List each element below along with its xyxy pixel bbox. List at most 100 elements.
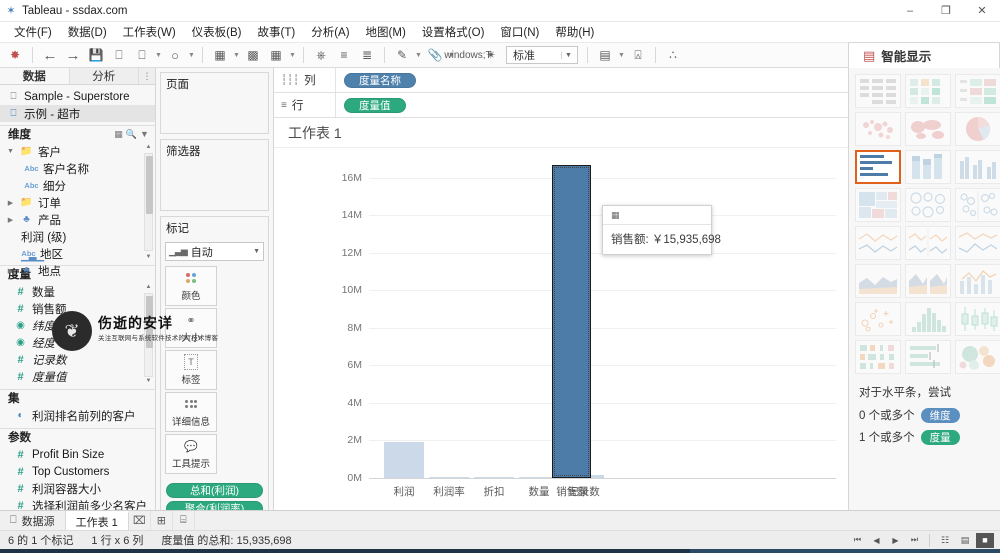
- marks-type-select[interactable]: ▁▃▅ 自动 ▼: [165, 242, 264, 261]
- group-members-icon[interactable]: ⎈: [310, 44, 332, 66]
- parameter-item-top-customers[interactable]: # Top Customers: [0, 463, 155, 480]
- share-icon[interactable]: ∴: [662, 44, 684, 66]
- marks-tooltip-button[interactable]: 💬 工具提示: [165, 434, 217, 474]
- nav-next-icon[interactable]: ▶: [887, 533, 904, 548]
- new-worksheet-button[interactable]: ⌧: [129, 511, 151, 530]
- bar-discount[interactable]: [474, 477, 514, 478]
- thumb-side-by-side-bars[interactable]: [955, 150, 1000, 184]
- thumb-treemap[interactable]: [855, 188, 901, 222]
- columns-drop-area[interactable]: 度量名称: [336, 72, 848, 88]
- measure-item-longitude[interactable]: ◉ 经度: [0, 334, 155, 351]
- thumb-lines-discrete[interactable]: [905, 226, 951, 260]
- thumb-bullet-graph[interactable]: [905, 340, 951, 374]
- save-icon[interactable]: 💾: [85, 44, 107, 66]
- chevron-collapsed-icon[interactable]: ▶: [6, 267, 15, 275]
- fix-axes-icon[interactable]: ✴: [480, 44, 502, 66]
- thumb-area-discrete[interactable]: [905, 264, 951, 298]
- menu-data[interactable]: 数据(D): [60, 22, 115, 42]
- menu-map[interactable]: 地图(M): [358, 22, 414, 42]
- dimensions-scrollbar[interactable]: [144, 153, 153, 251]
- redo-icon[interactable]: →: [62, 44, 84, 66]
- marks-label-button[interactable]: T 标签: [165, 350, 217, 390]
- menu-file[interactable]: 文件(F): [6, 22, 60, 42]
- search-icon[interactable]: 🔍: [125, 129, 138, 140]
- chevron-collapsed-icon[interactable]: ▶: [6, 199, 15, 207]
- pause-refresh-icon[interactable]: ⎕: [131, 44, 153, 66]
- tableau-home-icon[interactable]: ✸: [4, 44, 26, 66]
- thumb-histogram[interactable]: [905, 302, 951, 336]
- tab-data[interactable]: 数据: [0, 68, 70, 84]
- rows-drop-area[interactable]: 度量值: [336, 97, 848, 113]
- dimension-item-segment[interactable]: Abc 细分: [0, 177, 155, 194]
- pill-sum-profit[interactable]: 总和(利润): [166, 483, 263, 498]
- thumb-dual-lines[interactable]: [955, 226, 1000, 260]
- measure-item-record-count[interactable]: # 记录数: [0, 351, 155, 368]
- thumb-symbol-map[interactable]: [855, 112, 901, 146]
- swap-rows-columns-icon[interactable]: ▩: [242, 44, 264, 66]
- chart-viewport[interactable]: 值 16M 14M 12M 10M 8M 6M 4M: [274, 148, 848, 510]
- marks-color-button[interactable]: 颜色: [165, 266, 217, 306]
- datasource-button[interactable]: ⎕ 数据源: [0, 511, 66, 530]
- highlight-icon[interactable]: ✎: [391, 44, 413, 66]
- thumb-scatter-plot[interactable]: [855, 302, 901, 336]
- paperclip-icon[interactable]: 📎: [424, 44, 446, 66]
- maximize-button[interactable]: ❐: [928, 0, 964, 22]
- thumb-area-continuous[interactable]: [855, 264, 901, 298]
- datasource-shili-chaoshi[interactable]: ⎕ 示例 - 超市: [0, 105, 155, 122]
- chevron-down-icon[interactable]: ▼: [138, 129, 151, 139]
- set-item-top-profit-customers[interactable]: ◐ 利润排名前列的客户: [0, 407, 155, 424]
- measure-item-quantity[interactable]: # 数量: [0, 283, 155, 300]
- parameter-item-profit-bin-size-cn[interactable]: # 利润容器大小: [0, 480, 155, 497]
- show-labels-icon[interactable]: windows;T: [444, 44, 491, 66]
- group-by-folder-icon[interactable]: ▦: [112, 129, 125, 140]
- sort-descending-icon[interactable]: ≣: [356, 44, 378, 66]
- bar-profit-ratio[interactable]: [429, 477, 469, 478]
- menu-analysis[interactable]: 分析(A): [303, 22, 357, 42]
- clear-sheet-icon[interactable]: ▦: [209, 44, 231, 66]
- thumb-box-and-whisker[interactable]: [955, 302, 1000, 336]
- datasource-sample-superstore[interactable]: ⎕ Sample - Superstore: [0, 88, 155, 105]
- thumb-side-by-side-circles[interactable]: [955, 188, 1000, 222]
- scroll-down-icon[interactable]: ▼: [144, 376, 153, 386]
- thumb-horizontal-bars[interactable]: [855, 150, 901, 184]
- scroll-up-icon[interactable]: ▲: [144, 142, 153, 152]
- close-button[interactable]: ✕: [964, 0, 1000, 22]
- new-story-button[interactable]: ⌸: [173, 511, 195, 530]
- marks-detail-button[interactable]: 详细信息: [165, 392, 217, 432]
- minimize-button[interactable]: –: [892, 0, 928, 22]
- highlight-caret-icon[interactable]: ▼: [414, 44, 423, 66]
- menu-format[interactable]: 设置格式(O): [414, 22, 493, 42]
- sort-clear-caret-icon[interactable]: ▼: [288, 44, 297, 66]
- show-cards-icon[interactable]: ▤: [594, 44, 616, 66]
- clear-sheet-caret-icon[interactable]: ▼: [232, 44, 241, 66]
- undo-icon[interactable]: ←: [39, 44, 61, 66]
- measure-item-latitude[interactable]: ◉ 纬度: [0, 317, 155, 334]
- dimension-item-customer-name[interactable]: Abc 客户名称: [0, 160, 155, 177]
- thumb-pie-chart[interactable]: [955, 112, 1000, 146]
- menu-window[interactable]: 窗口(N): [492, 22, 547, 42]
- chevron-collapsed-icon[interactable]: ▶: [6, 216, 15, 224]
- sort-ascending-icon[interactable]: ≡: [333, 44, 355, 66]
- view-filmstrip-icon[interactable]: ▤: [956, 533, 974, 548]
- scroll-up-icon[interactable]: ▲: [144, 282, 153, 292]
- dimension-item-customer[interactable]: ▼ 📁 客户: [0, 143, 155, 160]
- marks-size-button[interactable]: ⚭ 大小: [165, 308, 217, 348]
- tab-analytics[interactable]: 分析: [70, 68, 139, 84]
- thumb-gantt[interactable]: [855, 340, 901, 374]
- nav-last-icon[interactable]: ⏭: [906, 533, 923, 548]
- pill-measure-values[interactable]: 度量值: [344, 97, 406, 113]
- refresh-caret-icon[interactable]: ▼: [187, 44, 196, 66]
- data-pane-more-icon[interactable]: ⋮: [139, 68, 155, 84]
- measure-item-measure-values[interactable]: # 度量值: [0, 368, 155, 385]
- refresh-icon[interactable]: ○: [164, 44, 186, 66]
- chevron-expanded-icon[interactable]: ▼: [6, 148, 15, 155]
- dimension-item-order[interactable]: ▶ 📁 订单: [0, 194, 155, 211]
- thumb-stacked-bars[interactable]: [905, 150, 951, 184]
- measures-scrollbar[interactable]: [144, 293, 153, 377]
- rows-shelf[interactable]: ≡ 行 度量值: [274, 93, 848, 118]
- dimension-item-location[interactable]: ▶ ♣ 地点: [0, 262, 155, 279]
- new-dashboard-button[interactable]: ⊞: [151, 511, 173, 530]
- parameter-item-profit-bin-size[interactable]: # Profit Bin Size: [0, 446, 155, 463]
- filters-drop-area[interactable]: [161, 162, 268, 210]
- menu-story[interactable]: 故事(T): [250, 22, 304, 42]
